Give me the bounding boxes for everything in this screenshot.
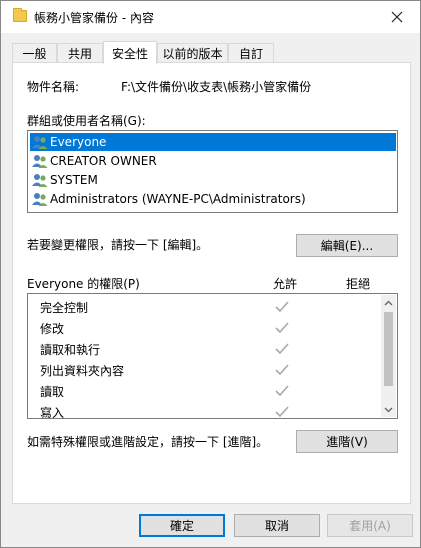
list-item[interactable]: Administrators (WAYNE-PC\Administrators)	[30, 190, 396, 208]
object-name-label: 物件名稱:	[27, 80, 80, 94]
tab-sharing[interactable]: 共用	[57, 43, 103, 63]
allow-check-icon	[275, 343, 289, 355]
advanced-button[interactable]: 進階(V)	[296, 430, 398, 453]
cancel-button[interactable]: 取消	[234, 514, 320, 537]
users-icon	[32, 174, 48, 187]
list-item[interactable]: SYSTEM	[30, 171, 396, 189]
chevron-up-icon	[384, 300, 393, 305]
table-row: 讀取和執行	[40, 339, 380, 359]
users-icon	[32, 193, 48, 206]
properties-window: 帳務小管家備份 - 內容 一般 共用 安全性 以前的版本 自訂 物件名稱: F:…	[0, 0, 421, 548]
allow-check-icon	[275, 322, 289, 334]
table-row: 寫入	[40, 402, 380, 419]
groups-label: 群組或使用者名稱(G):	[27, 114, 146, 128]
tab-previous-versions[interactable]: 以前的版本	[157, 43, 228, 63]
permissions-scrollbar[interactable]	[381, 295, 396, 417]
tab-customize[interactable]: 自訂	[228, 43, 274, 63]
scroll-up-button[interactable]	[381, 295, 396, 310]
permissions-listbox[interactable]: 完全控制 修改 讀取和執行 列出資料夾內容 讀取 寫入	[27, 293, 398, 419]
button-bar: 確定 取消 套用(A)	[1, 507, 420, 547]
close-icon	[391, 11, 403, 23]
object-name-value: F:\文件備份\收支表\帳務小管家備份	[121, 80, 312, 94]
allow-check-icon	[275, 364, 289, 376]
allow-check-icon	[275, 406, 289, 418]
table-row: 修改	[40, 318, 380, 338]
tab-general[interactable]: 一般	[12, 43, 57, 63]
tab-strip: 一般 共用 安全性 以前的版本 自訂	[12, 41, 412, 64]
chevron-down-icon	[384, 407, 393, 412]
table-row: 列出資料夾內容	[40, 360, 380, 380]
scroll-thumb[interactable]	[384, 312, 393, 386]
table-row: 讀取	[40, 381, 380, 401]
list-item-label: Administrators (WAYNE-PC\Administrators)	[50, 192, 306, 206]
permission-label: 讀取和執行	[40, 342, 101, 357]
list-item-label: SYSTEM	[50, 173, 98, 187]
security-panel: 物件名稱: F:\文件備份\收支表\帳務小管家備份 群組或使用者名稱(G): E…	[12, 62, 411, 504]
list-item[interactable]: Everyone	[30, 133, 396, 151]
allow-check-icon	[275, 301, 289, 313]
permission-label: 完全控制	[40, 300, 89, 315]
tab-security[interactable]: 安全性	[103, 41, 157, 64]
apply-button[interactable]: 套用(A)	[327, 514, 413, 537]
folder-icon	[13, 8, 27, 22]
edit-hint: 若要變更權限，請按一下 [編輯]。	[27, 238, 209, 252]
users-icon	[32, 136, 48, 149]
table-row: 完全控制	[40, 297, 380, 317]
permission-label: 修改	[40, 321, 65, 336]
edit-button[interactable]: 編輯(E)...	[296, 234, 398, 257]
permission-label: 讀取	[40, 384, 65, 399]
list-item-label: Everyone	[50, 135, 107, 149]
users-icon	[32, 155, 48, 168]
close-button[interactable]	[374, 1, 420, 33]
permission-label: 寫入	[40, 405, 65, 419]
title-bar[interactable]: 帳務小管家備份 - 內容	[1, 1, 420, 33]
list-item-label: CREATOR OWNER	[50, 154, 157, 168]
permission-label: 列出資料夾內容	[40, 363, 125, 378]
allow-header: 允許	[273, 277, 298, 291]
list-item[interactable]: CREATOR OWNER	[30, 152, 396, 170]
groups-listbox[interactable]: Everyone CREATOR OWNER SYSTEM Administra…	[27, 130, 398, 213]
scroll-down-button[interactable]	[381, 402, 396, 417]
ok-button[interactable]: 確定	[139, 514, 225, 537]
allow-check-icon	[275, 385, 289, 397]
window-title: 帳務小管家備份 - 內容	[34, 11, 154, 25]
permissions-header: Everyone 的權限(P)	[27, 277, 140, 291]
advanced-hint: 如需特殊權限或進階設定，請按一下 [進階]。	[27, 435, 269, 449]
deny-header: 拒絕	[346, 277, 371, 291]
